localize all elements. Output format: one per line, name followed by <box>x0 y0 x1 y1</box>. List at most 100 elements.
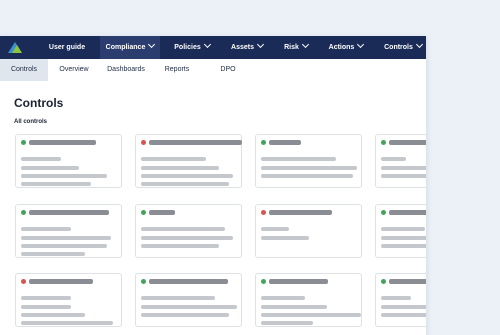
top-navigation-bar: User guide Compliance Policies Assets Ri… <box>0 36 426 59</box>
control-card[interactable] <box>375 134 426 188</box>
status-dot-green-icon <box>21 210 26 215</box>
card-text-placeholder <box>141 236 233 240</box>
control-card[interactable] <box>15 134 122 188</box>
mountain-logo-icon[interactable] <box>8 41 22 53</box>
control-card[interactable] <box>135 134 242 188</box>
control-card[interactable] <box>135 204 242 258</box>
card-title-placeholder <box>269 279 328 284</box>
card-text-placeholder <box>141 296 215 300</box>
card-text-placeholder <box>21 252 85 256</box>
status-dot-red-icon <box>21 279 26 284</box>
nav-actions[interactable]: Actions <box>323 36 369 59</box>
card-text-placeholder <box>21 313 85 317</box>
tab-overview[interactable]: Overview <box>50 59 98 81</box>
card-text-placeholder <box>21 305 71 309</box>
nav-user-guide[interactable]: User guide <box>42 36 92 59</box>
control-card[interactable] <box>255 204 362 258</box>
card-text-placeholder <box>261 166 357 170</box>
control-card[interactable] <box>135 273 242 327</box>
card-text-placeholder <box>261 157 336 161</box>
card-text-placeholder <box>141 166 219 170</box>
card-text-placeholder <box>381 313 426 317</box>
card-text-placeholder <box>261 313 361 317</box>
card-title-placeholder <box>269 140 301 145</box>
chevron-down-icon <box>256 40 265 49</box>
nav-user-guide-label: User guide <box>48 44 86 51</box>
control-card[interactable] <box>255 134 362 188</box>
status-dot-green-icon <box>21 140 26 145</box>
nav-policies[interactable]: Policies <box>168 36 216 59</box>
card-title-placeholder <box>149 140 242 145</box>
card-text-placeholder <box>141 182 229 186</box>
card-title-placeholder <box>149 210 175 215</box>
card-text-placeholder <box>261 321 313 325</box>
card-title-placeholder <box>389 210 426 215</box>
status-dot-green-icon <box>381 140 386 145</box>
nav-actions-label: Actions <box>328 44 355 51</box>
control-card[interactable] <box>15 273 122 327</box>
card-text-placeholder <box>261 296 305 300</box>
nav-compliance[interactable]: Compliance <box>100 36 160 59</box>
control-card[interactable] <box>375 273 426 327</box>
card-text-placeholder <box>141 174 233 178</box>
page-title: Controls <box>14 96 64 110</box>
card-title-placeholder <box>389 140 426 145</box>
nav-risk-label: Risk <box>284 44 299 51</box>
chevron-down-icon <box>301 40 309 49</box>
nav-risk[interactable]: Risk <box>279 36 313 59</box>
nav-policies-label: Policies <box>174 44 201 51</box>
card-text-placeholder <box>381 227 425 231</box>
card-text-placeholder <box>21 321 113 325</box>
card-text-placeholder <box>141 305 237 309</box>
status-dot-green-icon <box>381 210 386 215</box>
card-text-placeholder <box>381 166 426 170</box>
card-text-placeholder <box>141 313 229 317</box>
card-text-placeholder <box>261 227 289 231</box>
tab-reports[interactable]: Reports <box>154 59 200 81</box>
chevron-down-icon <box>357 40 365 49</box>
card-title-placeholder <box>389 279 426 284</box>
nav-assets-label: Assets <box>231 44 254 51</box>
tab-dashboards[interactable]: Dashboards <box>100 59 152 81</box>
nav-compliance-label: Compliance <box>105 44 146 51</box>
card-text-placeholder <box>381 157 406 161</box>
card-text-placeholder <box>381 174 426 178</box>
card-text-placeholder <box>381 296 411 300</box>
card-text-placeholder <box>261 174 353 178</box>
card-text-placeholder <box>21 182 91 186</box>
status-dot-green-icon <box>141 210 146 215</box>
card-title-placeholder <box>29 279 93 284</box>
sub-navigation-bar: Controls Overview Dashboards Reports DPO <box>0 59 426 81</box>
card-title-placeholder <box>29 140 96 145</box>
card-text-placeholder <box>21 296 71 300</box>
control-card[interactable] <box>15 204 122 258</box>
section-label: All controls <box>14 119 48 125</box>
app-window: User guide Compliance Policies Assets Ri… <box>0 36 426 335</box>
card-title-placeholder <box>29 210 109 215</box>
chevron-down-icon <box>203 40 211 49</box>
chevron-down-icon <box>415 40 423 49</box>
card-text-placeholder <box>21 236 111 240</box>
card-text-placeholder <box>261 305 327 309</box>
status-dot-red-icon <box>141 140 146 145</box>
card-text-placeholder <box>381 236 426 240</box>
status-dot-green-icon <box>261 140 266 145</box>
control-card[interactable] <box>375 204 426 258</box>
card-text-placeholder <box>141 244 219 248</box>
card-text-placeholder <box>21 157 61 161</box>
card-text-placeholder <box>21 227 71 231</box>
chevron-down-icon <box>148 40 156 49</box>
control-card[interactable] <box>255 273 362 327</box>
card-text-placeholder <box>21 244 107 248</box>
status-dot-red-icon <box>261 210 266 215</box>
tab-controls[interactable]: Controls <box>0 59 48 81</box>
card-title-placeholder <box>149 279 228 284</box>
card-text-placeholder <box>381 244 426 248</box>
status-dot-green-icon <box>381 279 386 284</box>
card-text-placeholder <box>141 227 225 231</box>
card-text-placeholder <box>261 236 309 240</box>
card-text-placeholder <box>21 174 107 178</box>
nav-assets[interactable]: Assets <box>226 36 268 59</box>
tab-dpo[interactable]: DPO <box>208 59 248 81</box>
nav-controls[interactable]: Controls <box>380 36 426 59</box>
